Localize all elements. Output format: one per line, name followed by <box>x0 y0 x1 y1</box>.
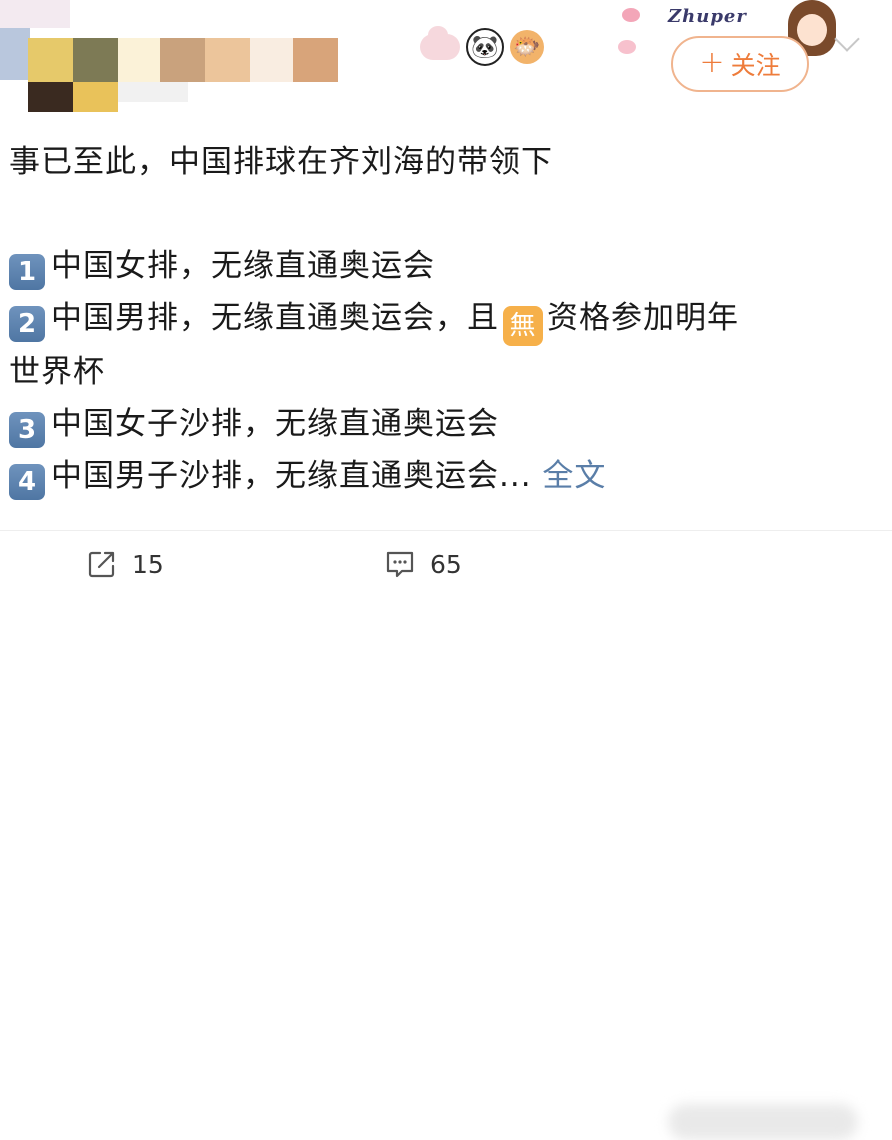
keycap-2-icon: 2 <box>9 306 45 342</box>
comment-count: 65 <box>430 549 462 579</box>
frame-text: Zhuper <box>668 6 747 27</box>
follow-button[interactable]: + 关注 <box>671 36 809 92</box>
divider <box>0 530 892 531</box>
plus-icon: + <box>699 44 725 80</box>
share-button[interactable]: 15 <box>86 548 164 580</box>
keycap-3-icon: 3 <box>9 412 45 448</box>
post-intro: 事已至此，中国排球在齐刘海的带领下 <box>9 144 553 180</box>
item-text-cont: 资格参加明年 <box>547 300 739 336</box>
item-text: 中国女排，无缘直通奥运会 <box>51 248 435 284</box>
item-text: 中国男排，无缘直通奥运会，且 <box>51 300 499 336</box>
keycap-1-icon: 1 <box>9 254 45 290</box>
item-text: 中国女子沙排，无缘直通奥运会 <box>51 406 499 442</box>
comment-icon <box>386 551 414 578</box>
bow-icon <box>622 8 640 22</box>
cloud-icon <box>420 26 460 60</box>
comment-button[interactable]: 65 <box>384 548 462 580</box>
full-text-link[interactable]: 全文 <box>532 458 607 494</box>
pufferfish-emoji-icon: 🐡 <box>510 30 544 64</box>
list-item: 2 中国男排，无缘直通奥运会，且無资格参加明年 <box>9 292 869 346</box>
share-count: 15 <box>132 549 164 579</box>
blurred-like-area <box>668 1104 858 1140</box>
panda-emoji-icon: 🐼 <box>466 28 504 66</box>
follow-label: 关注 <box>730 51 781 80</box>
post-body: 事已至此，中国排球在齐刘海的带领下 1 中国女排，无缘直通奥运会 2 中国男排，无缘… <box>9 136 869 502</box>
list-item-wrap: 世界杯 <box>9 354 105 390</box>
item-text: 中国男子沙排，无缘直通奥运会... <box>51 458 532 494</box>
emoji-decorations: 🐼 🐡 <box>420 26 544 66</box>
post-actions: 15 65 <box>0 548 892 1140</box>
list-item: 3 中国女子沙排，无缘直通奥运会 <box>9 398 869 450</box>
share-icon <box>88 551 115 578</box>
wu-emoji-icon: 無 <box>503 306 543 346</box>
list-item: 1 中国女排，无缘直通奥运会 <box>9 240 869 292</box>
heart-icon <box>618 40 636 54</box>
pixelated-user-info <box>0 0 360 118</box>
keycap-4-icon: 4 <box>9 464 45 500</box>
list-item: 4 中国男子沙排，无缘直通奥运会... 全文 <box>9 450 869 502</box>
